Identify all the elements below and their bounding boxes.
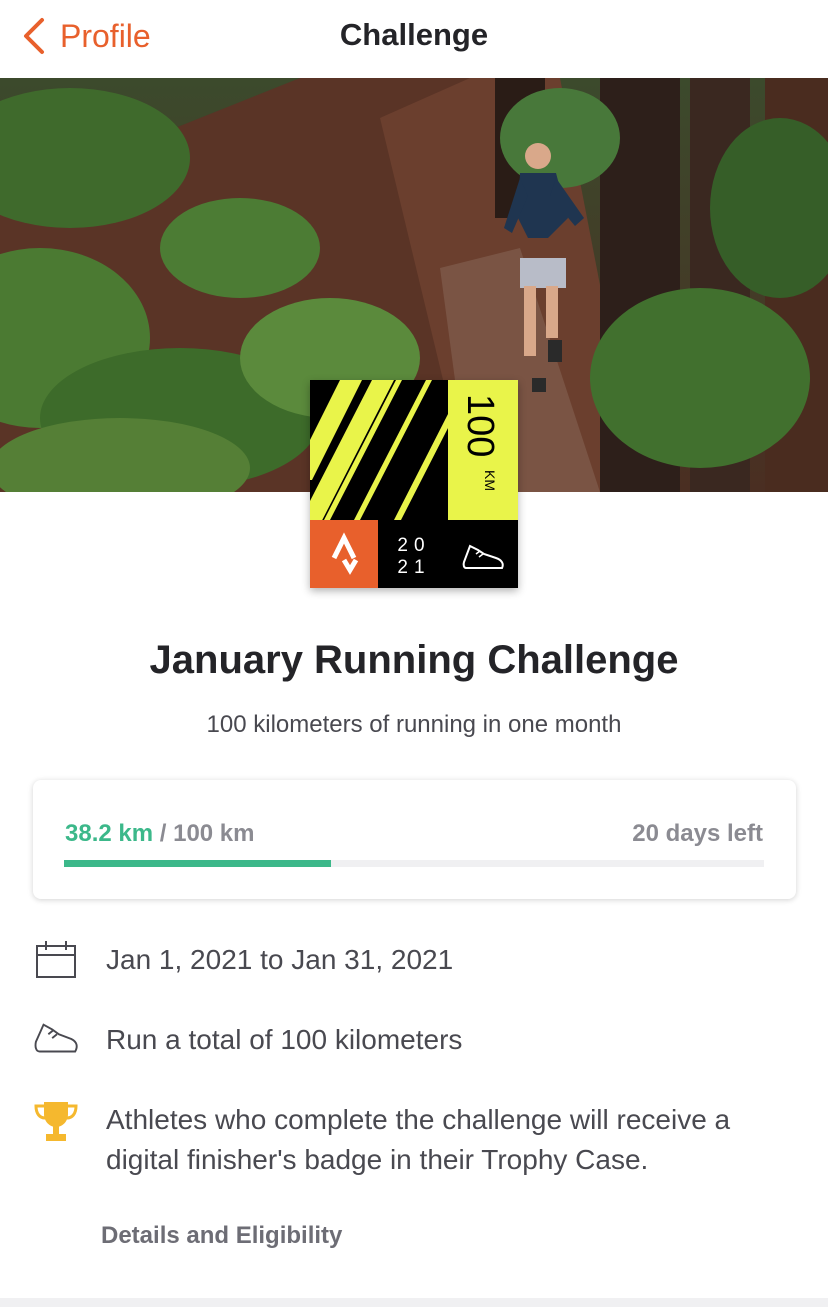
days-left: 20 days left: [632, 820, 763, 847]
challenge-dates: Jan 1, 2021 to Jan 31, 2021: [106, 944, 454, 975]
reward-description: Athletes who complete the challenge will…: [106, 1104, 731, 1175]
challenge-title: January Running Challenge: [149, 638, 679, 682]
challenge-subtitle: 100 kilometers of running in one month: [206, 711, 622, 738]
badge-distance: 100: [459, 394, 501, 457]
progress-bar-fill: [64, 860, 332, 867]
progress-bar-track: [64, 860, 764, 867]
trophy-icon: [33, 1100, 79, 1144]
badge-year-top: 20: [397, 535, 430, 556]
challenge-badge: 100 KM 20 21: [310, 380, 518, 588]
progress-separator: /: [153, 820, 174, 847]
progress-current: 38.2 km: [65, 820, 154, 847]
shoe-icon: [33, 1020, 79, 1060]
page-title: Challenge: [339, 17, 489, 52]
calendar-icon: [33, 940, 79, 980]
challenge-goal: Run a total of 100 kilometers: [106, 1024, 463, 1055]
badge-unit: KM: [482, 470, 498, 491]
nav-header: Profile Challenge: [0, 0, 828, 78]
badge-year-bottom: 21: [397, 557, 430, 578]
progress-goal: 100 km: [173, 820, 255, 847]
bottom-divider: [0, 1298, 828, 1307]
progress-card: 38.2 km / 100 km 20 days left: [33, 780, 796, 899]
details-eligibility-link[interactable]: Details and Eligibility: [101, 1222, 342, 1250]
progress-text: 38.2 km / 100 km: [65, 820, 255, 848]
